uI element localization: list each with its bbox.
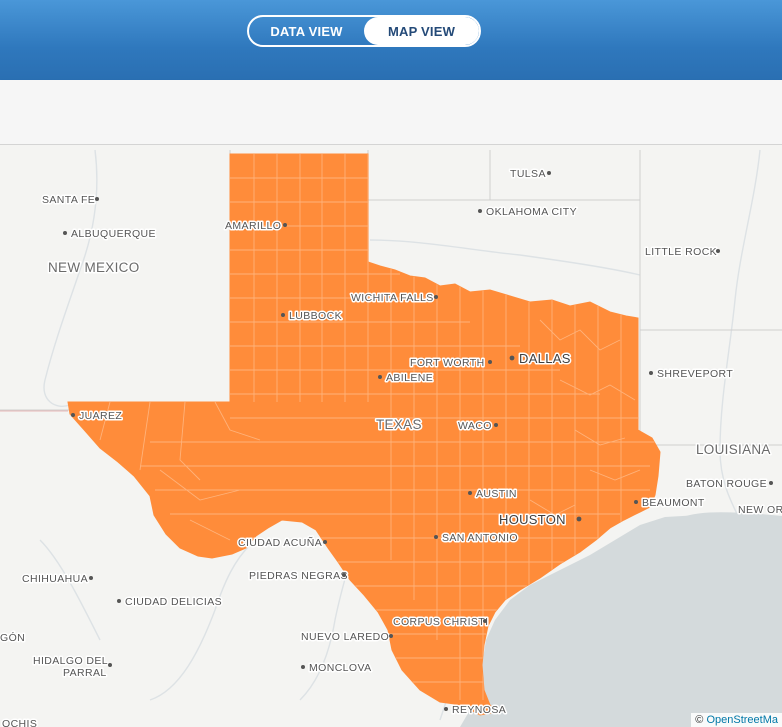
map-attribution: © OpenStreetMa <box>691 713 782 727</box>
city-label: LITTLE ROCK <box>645 246 717 258</box>
city-dot <box>389 634 393 638</box>
city-dot <box>434 295 438 299</box>
city-dot <box>488 360 492 364</box>
openstreetmap-link[interactable]: OpenStreetMa <box>706 714 778 726</box>
city-dot <box>323 540 327 544</box>
louisiana-label: LOUISIANA <box>696 442 771 457</box>
city-label: WACO <box>458 420 492 432</box>
city-dot <box>281 313 285 317</box>
city-dot <box>649 371 653 375</box>
city-dot <box>494 423 498 427</box>
city-dot <box>509 355 515 361</box>
city-label: FORT WORTH <box>410 357 485 369</box>
city-dot <box>95 197 99 201</box>
city-label: HIDALGO DEL <box>33 655 108 667</box>
texas-label: TEXAS <box>376 417 422 432</box>
city-dot <box>89 576 93 580</box>
city-label: CHIHUAHUA <box>22 573 88 585</box>
map-area[interactable]: NEW MEXICO LOUISIANA TEXAS SANTA FE ALBU… <box>0 145 782 727</box>
map-canvas[interactable]: NEW MEXICO LOUISIANA TEXAS SANTA FE ALBU… <box>0 145 782 727</box>
city-label: SHREVEPORT <box>657 368 733 380</box>
city-label: REYNOSA <box>452 704 506 716</box>
new-mexico-label: NEW MEXICO <box>48 260 140 275</box>
city-label: BEAUMONT <box>642 497 705 509</box>
city-label: SANTA FE <box>42 194 95 206</box>
city-label: PIEDRAS NEGRAS <box>249 570 348 582</box>
city-label: NEW OR <box>738 504 782 516</box>
city-label: OKLAHOMA CITY <box>486 206 577 218</box>
city-label: MONCLOVA <box>309 662 372 674</box>
filter-toolbar <box>0 80 782 145</box>
city-label: NUEVO LAREDO <box>301 631 389 643</box>
city-dot <box>108 663 112 667</box>
city-dot <box>63 231 67 235</box>
city-label: AUSTIN <box>476 488 517 500</box>
city-dot <box>378 375 382 379</box>
city-label: ABILENE <box>386 372 433 384</box>
city-dot <box>769 481 773 485</box>
city-label: CORPUS CHRISTI <box>393 616 488 628</box>
city-label: JUAREZ <box>79 410 122 422</box>
city-label: WICHITA FALLS <box>351 292 434 304</box>
city-label: CIUDAD ACUÑA <box>238 536 322 549</box>
city-label: PARRAL <box>63 667 107 679</box>
data-view-tab[interactable]: DATA VIEW <box>249 17 364 45</box>
city-label: BATON ROUGE <box>686 478 767 490</box>
city-label: TULSA <box>510 168 546 180</box>
city-label: AMARILLO <box>225 220 281 232</box>
city-label: SAN ANTONIO <box>442 532 518 544</box>
city-dot <box>117 599 121 603</box>
map-view-tab[interactable]: MAP VIEW <box>364 17 479 45</box>
city-dot <box>71 413 75 417</box>
city-dot <box>444 707 448 711</box>
city-label: CIUDAD DELICIAS <box>125 596 222 608</box>
app-header: DATA VIEW MAP VIEW <box>0 0 782 80</box>
city-dot <box>283 223 287 227</box>
city-label: LUBBOCK <box>289 310 342 322</box>
view-toggle: DATA VIEW MAP VIEW <box>247 15 481 47</box>
city-dot <box>342 573 346 577</box>
city-dot <box>301 665 305 669</box>
city-dot <box>478 209 482 213</box>
city-label: DALLAS <box>519 351 571 366</box>
city-dot <box>634 500 638 504</box>
city-label: HOUSTON <box>499 512 566 527</box>
city-dot <box>434 535 438 539</box>
city-dot <box>576 516 582 522</box>
city-dot <box>483 619 487 623</box>
city-label: ALBUQUERQUE <box>71 228 156 240</box>
copyright-symbol: © <box>695 714 707 726</box>
city-dot <box>716 249 720 253</box>
city-dot <box>468 491 472 495</box>
city-label: OCHIS <box>2 718 37 727</box>
city-label: GÓN <box>0 631 25 644</box>
city-dot <box>547 171 551 175</box>
